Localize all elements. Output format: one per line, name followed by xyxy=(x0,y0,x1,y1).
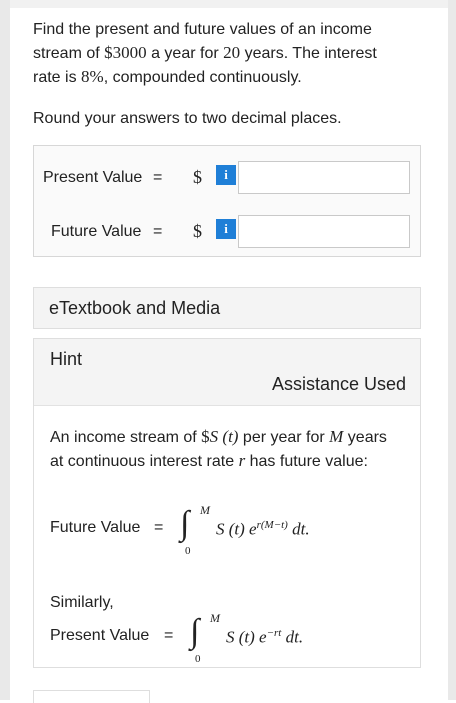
present-value-formula: Present Value = ∫ M 0 S (t) e−rt dt. xyxy=(50,611,410,671)
info-icon[interactable]: i xyxy=(216,165,236,185)
formula-equals: = xyxy=(154,519,164,536)
lower-limit: 0 xyxy=(185,545,191,557)
future-value-input[interactable] xyxy=(238,215,410,248)
integral-sign: ∫ xyxy=(180,505,190,542)
equals-sign: = xyxy=(153,169,163,186)
s-function: S (t) xyxy=(209,427,239,446)
formula-future-label: Future Value xyxy=(50,519,141,536)
present-value-row: Present Value = $ i xyxy=(34,158,420,198)
present-value-input[interactable] xyxy=(238,161,410,194)
equals-sign: = xyxy=(153,223,163,240)
window-frame-right xyxy=(448,0,456,700)
etextbook-media-link[interactable]: eTextbook and Media xyxy=(33,287,421,329)
dollar-sign: $ xyxy=(193,167,202,187)
question-text: Find the present and future values of an… xyxy=(33,21,377,86)
dollar-sign: $ xyxy=(193,221,202,241)
upper-limit: M xyxy=(200,503,210,517)
window-frame-left xyxy=(0,0,10,700)
hint-panel: Hint Assistance Used An income stream of… xyxy=(33,338,421,668)
formula-present-label: Present Value xyxy=(50,627,150,644)
future-value-formula: Future Value = ∫ M 0 S (t) er(M−t) dt. xyxy=(50,503,410,563)
lower-limit: 0 xyxy=(195,653,201,665)
future-value-label: Future Value xyxy=(51,223,142,240)
answer-panel: Present Value = $ i Future Value = $ i xyxy=(33,145,421,257)
present-integrand: S (t) e−rt dt. xyxy=(226,627,304,647)
rate: 8% xyxy=(81,67,104,86)
future-value-row: Future Value = $ i xyxy=(34,212,420,252)
amount: $3000 xyxy=(104,43,147,62)
hint-header[interactable]: Hint Assistance Used xyxy=(34,339,420,406)
hint-title: Hint xyxy=(50,349,83,369)
assistance-used-label: Assistance Used xyxy=(271,374,406,394)
formula-equals: = xyxy=(164,627,174,644)
present-value-label: Present Value xyxy=(43,169,143,186)
hint-text: An income stream of $S (t) per year for … xyxy=(50,427,387,470)
next-section-edge xyxy=(33,690,150,703)
similarly-text: Similarly, xyxy=(50,594,114,611)
window-frame-top xyxy=(10,0,448,8)
integral-sign: ∫ xyxy=(190,613,200,650)
info-icon[interactable]: i xyxy=(216,219,236,239)
upper-limit: M xyxy=(210,611,220,625)
years: 20 xyxy=(223,43,241,62)
round-instruction: Round your answers to two decimal places… xyxy=(33,110,342,127)
future-integrand: S (t) er(M−t) dt. xyxy=(216,519,310,539)
